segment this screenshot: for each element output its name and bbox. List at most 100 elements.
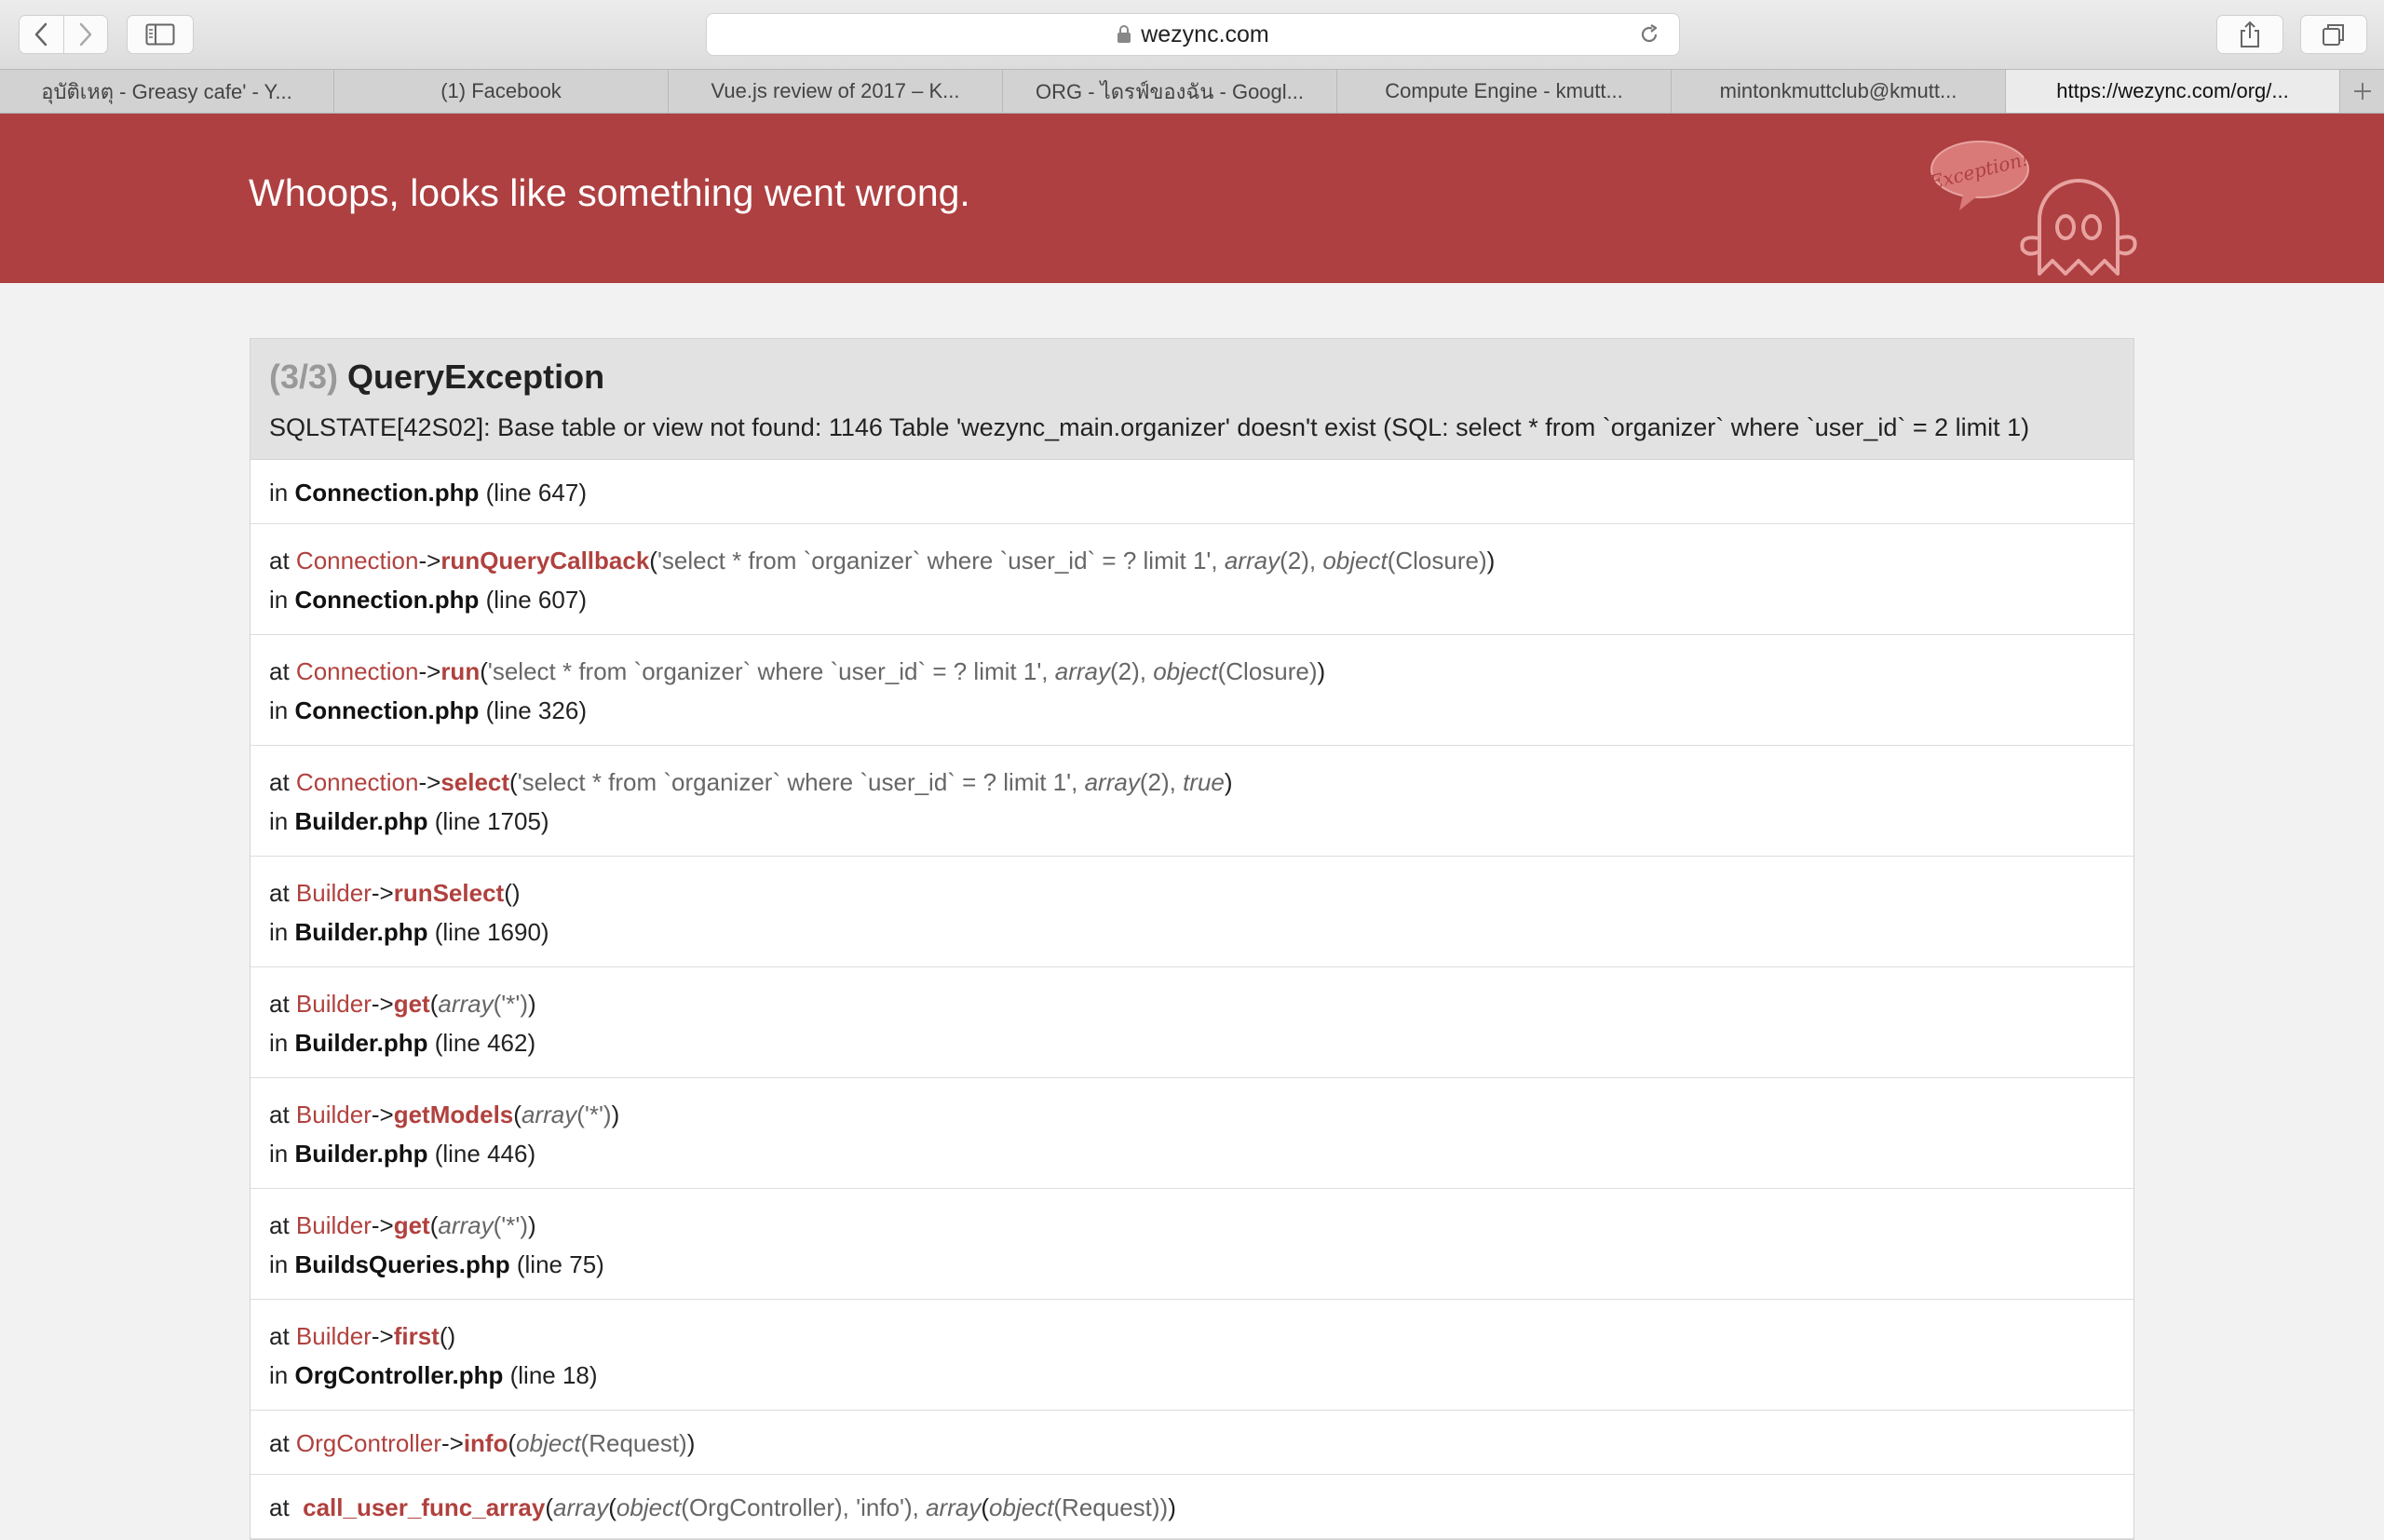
reload-button[interactable] xyxy=(1638,23,1660,52)
back-button[interactable] xyxy=(20,16,63,53)
origin-file: Connection.php xyxy=(294,479,480,507)
arg-type: array xyxy=(438,990,494,1018)
arrow-label: -> xyxy=(418,657,441,685)
at-label: at xyxy=(269,1211,290,1239)
frame-class: Connection xyxy=(295,547,419,574)
exception-name: QueryException xyxy=(347,358,605,396)
stack-frame: at Builder->get(array('*')) in BuildsQuer… xyxy=(251,1189,2133,1300)
tab-vuejs-review[interactable]: Vue.js review of 2017 – K... xyxy=(669,70,1003,113)
tab-email[interactable]: mintonkmuttclub@kmutt... xyxy=(1672,70,2006,113)
sidebar-button[interactable] xyxy=(127,15,194,54)
in-label: in xyxy=(269,479,289,507)
in-label: in xyxy=(269,586,289,614)
forward-button[interactable] xyxy=(62,16,107,53)
frame-file: Connection.php xyxy=(294,586,480,614)
arg-text: (Request) xyxy=(580,1429,687,1457)
frame-file: Builder.php xyxy=(294,1140,428,1168)
frame-location: in BuildsQueries.php (line 75) xyxy=(269,1245,2115,1284)
share-button[interactable] xyxy=(2216,15,2283,54)
arg-type: array xyxy=(552,1493,609,1521)
chevron-left-icon xyxy=(35,22,47,47)
arg-text: ('*') xyxy=(493,990,528,1018)
frame-location: in Builder.php (line 446) xyxy=(269,1134,2115,1173)
in-label: in xyxy=(269,1029,289,1057)
new-tab-button[interactable] xyxy=(2340,70,2384,113)
arg-text: (2), xyxy=(1139,768,1184,796)
frame-location: in Connection.php (line 607) xyxy=(269,580,2115,619)
frame-call: at Builder->getModels(array('*')) xyxy=(269,1101,620,1128)
arrow-label: -> xyxy=(418,768,441,796)
arg-type: object xyxy=(516,1429,581,1457)
at-label: at xyxy=(269,1322,290,1350)
frame-file: Builder.php xyxy=(294,1029,428,1057)
exception-origin: in Connection.php (line 647) xyxy=(251,460,2133,524)
frame-file: Builder.php xyxy=(294,918,428,946)
tab-greasy-cafe[interactable]: อุบัติเหตุ - Greasy cafe' - Y... xyxy=(0,70,334,113)
frame-method: run xyxy=(440,657,481,685)
plus-icon xyxy=(2353,83,2371,100)
stack-frame: at Connection->select('select * from `or… xyxy=(251,746,2133,857)
stack-frame: at Builder->first() in OrgController.php … xyxy=(251,1300,2133,1411)
lock-icon xyxy=(1117,25,1131,44)
arg-text: 'select * from `organizer` where `user_i… xyxy=(657,547,1225,574)
arrow-label: -> xyxy=(371,1211,394,1239)
in-label: in xyxy=(269,1250,289,1278)
in-label: in xyxy=(269,1140,289,1168)
arg-type: array xyxy=(1224,547,1280,574)
frame-method: runQueryCallback xyxy=(440,547,650,574)
chevron-right-icon xyxy=(79,22,92,47)
frame-call: at Builder->get(array('*')) xyxy=(269,990,536,1018)
address-bar[interactable]: wezync.com xyxy=(706,13,1680,56)
in-label: in xyxy=(269,807,289,835)
at-label: at xyxy=(269,657,290,685)
tab-compute-engine[interactable]: Compute Engine - kmutt... xyxy=(1337,70,1672,113)
tab-google-drive[interactable]: ORG - ไดรฟ์ของฉัน - Googl... xyxy=(1003,70,1337,113)
reload-icon xyxy=(1641,24,1658,43)
at-label: at xyxy=(269,768,290,796)
frame-line: (line 75) xyxy=(516,1250,604,1278)
tab-facebook[interactable]: (1) Facebook xyxy=(334,70,669,113)
sidebar-icon xyxy=(145,23,175,46)
at-label: at xyxy=(269,1101,290,1128)
frame-method: first xyxy=(393,1322,440,1350)
share-icon xyxy=(2241,20,2259,47)
error-header: Whoops, looks like something went wrong.… xyxy=(0,114,2384,283)
frame-class: Connection xyxy=(295,768,419,796)
frame-class: Builder xyxy=(295,990,372,1018)
arrow-label: -> xyxy=(371,879,394,907)
frame-method: get xyxy=(393,990,430,1018)
frame-class: Builder xyxy=(295,1211,372,1239)
arrow-label: -> xyxy=(418,547,441,574)
frame-line: (line 1705) xyxy=(434,807,549,835)
stack-frames: at Connection->runQueryCallback('select … xyxy=(251,524,2133,1475)
frame-class: OrgController xyxy=(295,1429,441,1457)
arg-text: (Closure) xyxy=(1387,547,1487,574)
frame-call: at Connection->select('select * from `or… xyxy=(269,768,1233,796)
frame-call: at Builder->get(array('*')) xyxy=(269,1211,536,1239)
stack-frame-last: at call_user_func_array(array(object(Org… xyxy=(251,1475,2133,1539)
frame-file: Connection.php xyxy=(294,696,480,724)
frame-line: (line 446) xyxy=(434,1140,536,1168)
frame-class: Builder xyxy=(295,1322,372,1350)
frame-file: OrgController.php xyxy=(294,1361,504,1389)
arg-text: 'select * from `organizer` where `user_i… xyxy=(517,768,1085,796)
arg-text: (2), xyxy=(1109,657,1154,685)
at-label: at xyxy=(269,879,290,907)
frame-file: BuildsQueries.php xyxy=(294,1250,510,1278)
exception-ghost-icon: Exception! xyxy=(1926,141,2137,276)
exception-panel: (3/3) QueryException SQLSTATE[42S02]: Ba… xyxy=(250,338,2134,1540)
frame-line: (line 18) xyxy=(509,1361,598,1389)
exception-heading: (3/3) QueryException xyxy=(269,358,2115,397)
exception-summary: (3/3) QueryException SQLSTATE[42S02]: Ba… xyxy=(251,339,2133,460)
arg-type: object xyxy=(989,1493,1054,1521)
arg-text: (2), xyxy=(1280,547,1323,574)
show-tabs-button[interactable] xyxy=(2300,15,2367,54)
frame-class: Builder xyxy=(295,879,372,907)
tab-wezync-active[interactable]: https://wezync.com/org/... xyxy=(2006,70,2340,113)
url-text: wezync.com xyxy=(1141,20,1269,47)
frame-location: in OrgController.php (line 18) xyxy=(269,1356,2115,1395)
tab-bar: อุบัติเหตุ - Greasy cafe' - Y... (1) Fac… xyxy=(0,69,2384,114)
frame-call: at Connection->runQueryCallback('select … xyxy=(269,547,1496,574)
exception-count: (3/3) xyxy=(269,358,339,396)
arrow-label: -> xyxy=(371,1322,394,1350)
